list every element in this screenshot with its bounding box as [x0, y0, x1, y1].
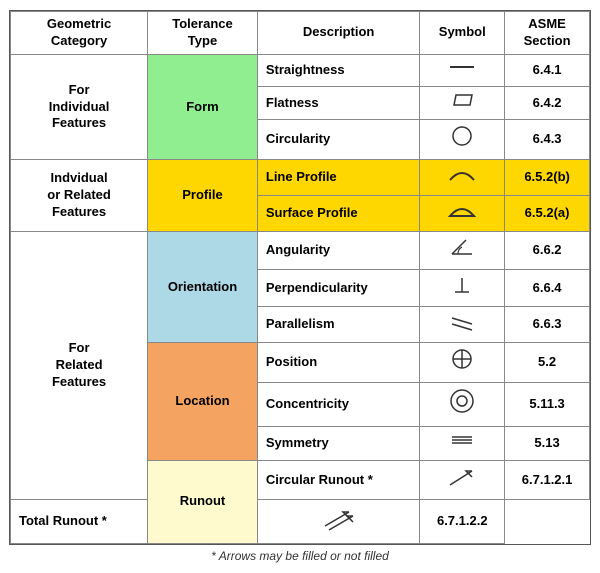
description-cell: Position: [257, 343, 420, 383]
description-cell: Symmetry: [257, 426, 420, 460]
symbol-cell: [420, 343, 505, 383]
asme-section-cell: 6.7.1.2.2: [420, 500, 505, 544]
asme-section-cell: 6.4.1: [505, 54, 590, 86]
symbol-cell: [420, 160, 505, 196]
tolerance-type-cell: Form: [148, 54, 258, 159]
asme-section-cell: 6.6.3: [505, 307, 590, 343]
header-tolerance-type: Tolerance Type: [148, 12, 258, 55]
asme-section-cell: 6.5.2(b): [505, 160, 590, 196]
category-cell: For Individual Features: [11, 54, 148, 159]
header-description: Description: [257, 12, 420, 55]
header-asme-section: ASME Section: [505, 12, 590, 55]
category-cell: For Related Features: [11, 231, 148, 500]
symbol-cell: [420, 269, 505, 307]
symbol-cell: [420, 382, 505, 426]
description-cell: Circular Runout *: [257, 460, 420, 500]
tolerance-type-cell: Profile: [148, 160, 258, 232]
description-cell: Flatness: [257, 86, 420, 120]
header-symbol: Symbol: [420, 12, 505, 55]
asme-section-cell: 6.4.2: [505, 86, 590, 120]
description-cell: Line Profile: [257, 160, 420, 196]
description-cell: Surface Profile: [257, 195, 420, 231]
asme-section-cell: 5.2: [505, 343, 590, 383]
description-cell: Angularity: [257, 231, 420, 269]
symbol-cell: [420, 86, 505, 120]
description-cell: Circularity: [257, 120, 420, 160]
asme-section-cell: 6.7.1.2.1: [505, 460, 590, 500]
asme-section-cell: 6.6.2: [505, 231, 590, 269]
description-cell: Parallelism: [257, 307, 420, 343]
asme-section-cell: 6.4.3: [505, 120, 590, 160]
footer-note: * Arrows may be filled or not filled: [211, 549, 389, 563]
symbol-cell: [420, 195, 505, 231]
main-table-wrapper: Geometric Category Tolerance Type Descri…: [9, 10, 591, 545]
asme-section-cell: 6.6.4: [505, 269, 590, 307]
description-cell: Concentricity: [257, 382, 420, 426]
description-cell: Perpendicularity: [257, 269, 420, 307]
tolerance-type-cell: Orientation: [148, 231, 258, 342]
header-geometric-category: Geometric Category: [11, 12, 148, 55]
asme-section-cell: 5.13: [505, 426, 590, 460]
symbol-cell: [420, 120, 505, 160]
asme-section-cell: 5.11.3: [505, 382, 590, 426]
asme-section-cell: 6.5.2(a): [505, 195, 590, 231]
symbol-cell: [420, 54, 505, 86]
symbol-cell: [420, 231, 505, 269]
symbol-cell: [420, 460, 505, 500]
tolerance-type-cell: Location: [148, 343, 258, 460]
symbol-cell: [257, 500, 420, 544]
description-cell: Total Runout *: [11, 500, 148, 544]
description-cell: Straightness: [257, 54, 420, 86]
tolerance-table: Geometric Category Tolerance Type Descri…: [10, 11, 590, 544]
category-cell: Indvidual or Related Features: [11, 160, 148, 232]
symbol-cell: [420, 307, 505, 343]
symbol-cell: [420, 426, 505, 460]
tolerance-type-cell: Runout: [148, 460, 258, 544]
